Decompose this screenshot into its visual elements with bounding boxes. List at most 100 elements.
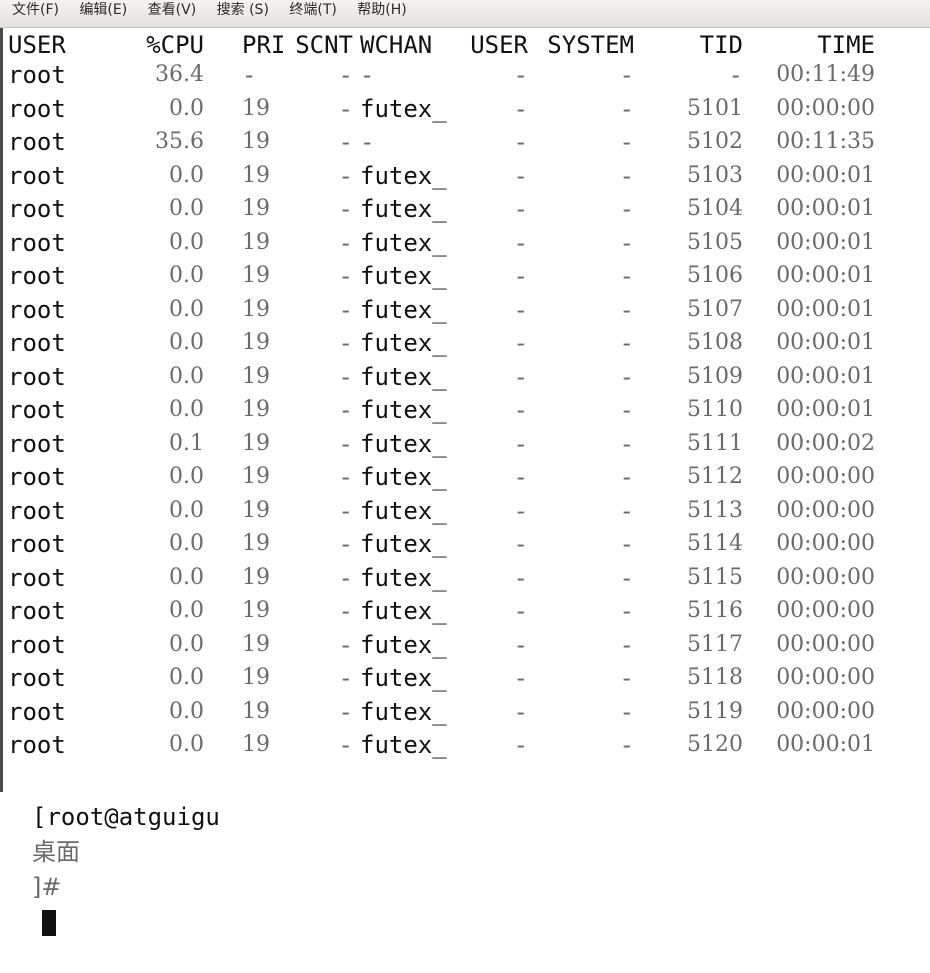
- cell-scnt: -: [338, 161, 353, 190]
- menu-search[interactable]: 搜索 (S): [209, 0, 277, 20]
- cell-usr: -: [513, 463, 528, 491]
- cell-time: 00:00:00: [776, 531, 875, 556]
- cell-pri: 19: [242, 330, 270, 355]
- cell-user: root: [8, 128, 66, 156]
- table-row: root 0.0 19- futex_ - -5107 00:00:01: [8, 293, 908, 327]
- cell-user: root: [8, 429, 66, 458]
- table-row: root 0.0 19- futex_ - -5112 00:00:00: [8, 460, 908, 494]
- cell-usr: -: [513, 697, 528, 726]
- cell-sys: -: [619, 697, 634, 726]
- cell-time: 00:00:01: [776, 363, 875, 389]
- cell-scnt: -: [338, 295, 353, 324]
- cell-wchan: futex_: [360, 295, 447, 324]
- cell-sys: -: [619, 429, 634, 458]
- table-row: root 0.0 19- futex_ - -5108 00:00:01: [8, 326, 908, 360]
- table-row: root 35.6 19- - - -5102 00:11:35: [8, 125, 908, 159]
- cell-time: 00:11:49: [776, 62, 875, 87]
- cell-user: root: [8, 630, 66, 659]
- cell-user: root: [8, 496, 66, 525]
- table-row: root 36.4- - - - - -00:11:49: [8, 58, 908, 92]
- cell-tid: 5114: [687, 531, 743, 556]
- cell-pri: 19: [242, 631, 270, 657]
- cell-scnt: -: [338, 463, 353, 491]
- cell-time: 00:00:00: [776, 631, 875, 657]
- cell-pri: 19: [242, 598, 270, 623]
- cell-tid: 5117: [687, 631, 743, 657]
- menu-help[interactable]: 帮助(H): [349, 0, 414, 20]
- col-cpu: %CPU: [146, 31, 204, 59]
- cell-usr: -: [513, 161, 528, 190]
- window-left-border: [0, 28, 3, 792]
- cell-usr: -: [513, 61, 528, 89]
- cell-cpu: 0.0: [169, 363, 204, 389]
- cell-cpu: 0.0: [169, 95, 204, 121]
- cell-cpu: 0.0: [169, 631, 204, 657]
- col-time: TIME: [817, 31, 875, 59]
- cell-wchan: futex_: [360, 463, 447, 491]
- cell-tid: 5106: [687, 263, 743, 288]
- cell-tid: 5112: [687, 464, 743, 489]
- prompt-tail: ]#: [32, 873, 62, 901]
- text-cursor: [42, 910, 56, 937]
- cell-cpu: 0.0: [169, 196, 204, 221]
- col-system: SYSTEM: [547, 31, 634, 59]
- cell-tid: 5103: [687, 162, 743, 188]
- table-row: root 0.0 19- futex_ - -5113 00:00:00: [8, 494, 908, 528]
- cell-time: 00:00:01: [776, 397, 875, 422]
- terminal-output[interactable]: USER %CPU PRI SCNT WCHAN USER SYSTEM TID…: [8, 28, 928, 937]
- table-row: root 0.0 19- futex_ - -5115 00:00:00: [8, 561, 908, 595]
- cell-sys: -: [619, 295, 634, 324]
- cell-time: 00:00:01: [776, 196, 875, 221]
- cell-time: 00:00:00: [776, 464, 875, 489]
- cell-pri: 19: [242, 732, 270, 757]
- cell-wchan: futex_: [360, 563, 447, 592]
- cell-usr: -: [513, 128, 528, 156]
- cell-cpu: 0.0: [169, 263, 204, 288]
- cell-sys: -: [619, 362, 634, 391]
- cell-sys: -: [619, 664, 634, 692]
- cell-scnt: -: [338, 697, 353, 726]
- cell-user: root: [8, 94, 66, 123]
- cell-user: root: [8, 731, 66, 759]
- cell-cpu: 0.0: [169, 531, 204, 556]
- cell-tid: 5105: [687, 229, 743, 255]
- shell-prompt[interactable]: [root@atguigu 桌面 ]#: [8, 766, 220, 937]
- prompt-dir: 桌面: [32, 838, 80, 866]
- cell-usr: -: [513, 530, 528, 558]
- cell-sys: -: [619, 630, 634, 659]
- cell-tid: 5109: [687, 363, 743, 389]
- cell-tid: 5113: [687, 497, 743, 523]
- cell-sys: -: [619, 94, 634, 123]
- cell-sys: -: [619, 329, 634, 357]
- cell-tid: 5101: [687, 95, 743, 121]
- cell-usr: -: [513, 94, 528, 123]
- cell-cpu: 0.0: [169, 330, 204, 355]
- cell-user: root: [8, 195, 66, 223]
- cell-pri: 19: [242, 95, 270, 121]
- cell-time: 00:00:02: [776, 430, 875, 456]
- menu-terminal[interactable]: 终端(T): [281, 0, 344, 20]
- cell-scnt: -: [338, 664, 353, 692]
- menu-edit[interactable]: 编辑(E): [71, 0, 135, 20]
- cell-usr: -: [513, 563, 528, 592]
- cell-user: root: [8, 362, 66, 391]
- cell-user: root: [8, 530, 66, 558]
- cell-wchan: -: [360, 61, 375, 89]
- table-row: root 0.0 19- futex_ - -5105 00:00:01: [8, 226, 908, 260]
- cell-pri: 19: [242, 698, 270, 724]
- cell-usr: -: [513, 195, 528, 223]
- cell-cpu: 0.0: [169, 464, 204, 489]
- cell-time: 00:00:00: [776, 698, 875, 724]
- cell-user: root: [8, 697, 66, 726]
- cell-usr: -: [513, 295, 528, 324]
- cell-scnt: -: [338, 563, 353, 592]
- cell-cpu: 0.0: [169, 229, 204, 255]
- menu-file[interactable]: 文件(F): [4, 0, 67, 20]
- cell-user: root: [8, 597, 66, 625]
- menu-view[interactable]: 查看(V): [140, 0, 205, 20]
- cell-wchan: futex_: [360, 630, 447, 659]
- cell-pri: 19: [242, 363, 270, 389]
- cell-user: root: [8, 262, 66, 290]
- cell-sys: -: [619, 128, 634, 156]
- cell-pri: 19: [242, 397, 270, 422]
